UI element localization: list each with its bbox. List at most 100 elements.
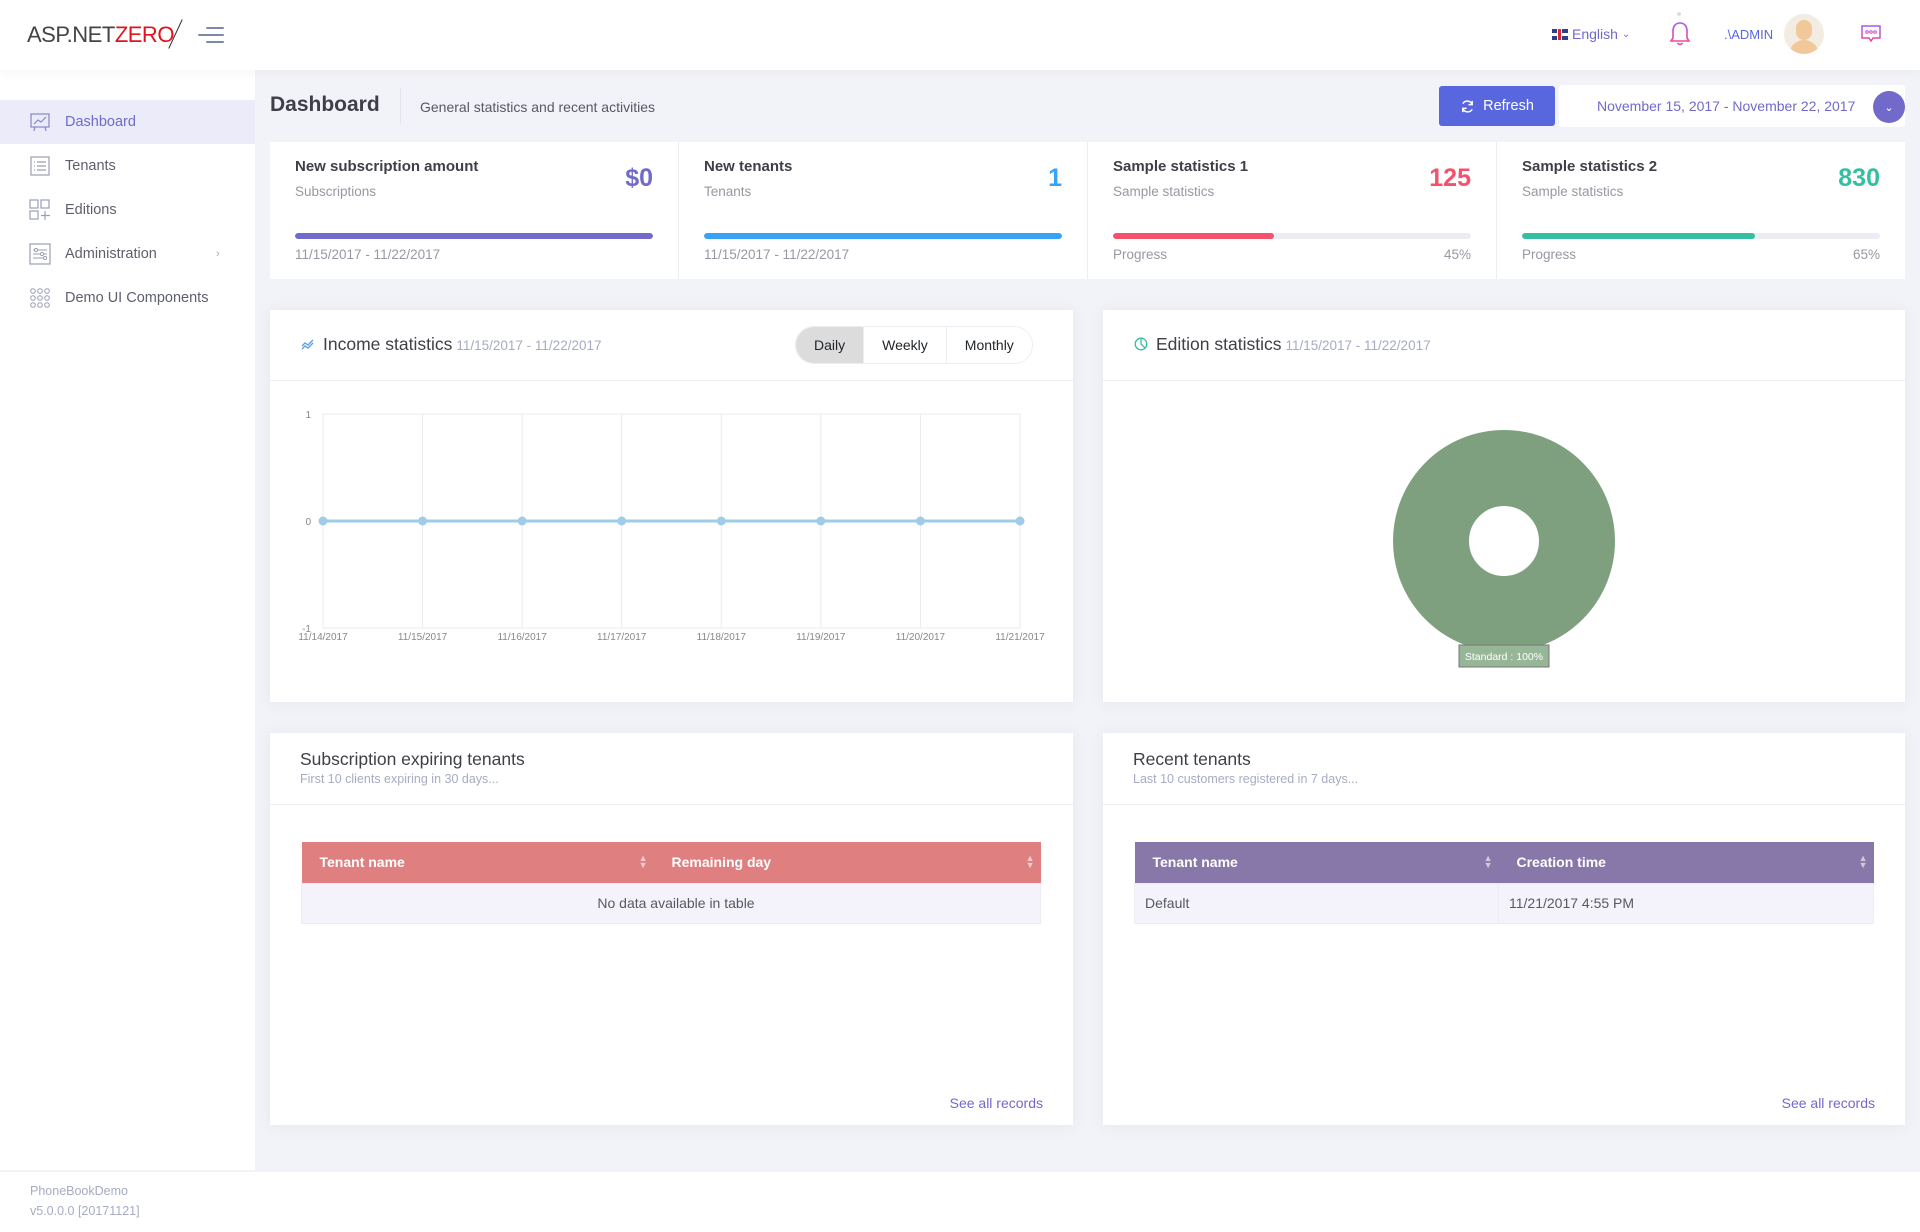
- sort-icon: ▲ ▼: [638, 853, 648, 870]
- chat-icon[interactable]: [1860, 24, 1882, 44]
- page-footer: PhoneBookDemo v5.0.0.0 [20171121]: [0, 1172, 1920, 1232]
- app-logo[interactable]: ASP.NETZERO: [27, 19, 183, 49]
- date-range-picker[interactable]: November 15, 2017 - November 22, 2017 ⌄: [1559, 85, 1905, 127]
- username[interactable]: .\ADMIN: [1724, 27, 1773, 42]
- stat-sample-statistics-2: Sample statistics 2 Sample statistics 83…: [1522, 158, 1880, 262]
- progress-bar: [704, 233, 1062, 239]
- sort-icon: ▲ ▼: [1025, 853, 1035, 870]
- recent-tenants-table: Tenant name ▲ ▼ Creation time ▲ ▼ Default 11…: [1134, 842, 1874, 924]
- progress-bar: [1113, 233, 1471, 239]
- column-header-tenant-name[interactable]: Tenant name ▲ ▼: [1135, 842, 1499, 883]
- sidebar-item-tenants[interactable]: Tenants: [0, 144, 255, 188]
- table-row[interactable]: Default 11/21/2017 4:55 PM: [1134, 882, 1874, 924]
- x-tick-label: 11/19/2017: [796, 632, 846, 643]
- x-tick-label: 11/16/2017: [497, 632, 547, 643]
- app-version: v5.0.0.0 [20171121]: [30, 1204, 140, 1218]
- sidebar-item-administration[interactable]: Administration ›: [0, 232, 255, 276]
- edition-donut-chart: Standard : 100%: [1393, 430, 1615, 668]
- empty-table-message: No data available in table: [301, 882, 1041, 924]
- expiring-tenants-table: Tenant name ▲ ▼ Remaining day ▲ ▼ No data av…: [301, 842, 1041, 924]
- grid-plus-icon: [29, 199, 50, 220]
- y-tick-label: 0: [305, 517, 311, 528]
- y-tick-label: 1: [305, 410, 311, 421]
- stat-value: 830: [1838, 164, 1880, 192]
- see-all-records-link[interactable]: See all records: [1782, 1095, 1875, 1111]
- sort-icon: ▲ ▼: [1858, 853, 1868, 870]
- line-chart-icon: [301, 339, 314, 350]
- refresh-icon: [1462, 99, 1474, 113]
- chevron-down-icon: ⌄: [1873, 91, 1905, 123]
- date-range-label: November 15, 2017 - November 22, 2017: [1597, 98, 1856, 114]
- pie-chart-icon: [1134, 337, 1148, 351]
- sort-icon: ▲ ▼: [1483, 853, 1493, 870]
- income-statistics-title: Income statistics 11/15/2017 - 11/22/2017: [323, 334, 602, 354]
- language-label: English: [1572, 26, 1618, 42]
- list-icon: [30, 156, 50, 176]
- column-header-creation-time[interactable]: Creation time ▲ ▼: [1499, 842, 1874, 883]
- data-point[interactable]: [517, 516, 527, 526]
- stat-new-tenants: New tenants Tenants 1 11/15/2017 - 11/22…: [679, 142, 1088, 279]
- stat-value: 125: [1429, 164, 1471, 192]
- income-line-chart: 11/14/2017 11/15/2017 11/16/2017 11/17/2017…: [298, 410, 1045, 643]
- expiring-title: Subscription expiring tenants: [300, 749, 525, 769]
- column-header-remaining-day[interactable]: Remaining day ▲ ▼: [654, 842, 1041, 883]
- tab-monthly[interactable]: Monthly: [946, 327, 1032, 363]
- uk-flag-icon: [1552, 28, 1568, 40]
- page-description: General statistics and recent activities: [420, 99, 655, 115]
- see-all-records-link[interactable]: See all records: [950, 1095, 1043, 1111]
- income-statistics-portlet: Income statistics 11/15/2017 - 11/22/2017…: [270, 310, 1073, 702]
- edition-statistics-title: Edition statistics 11/15/2017 - 11/22/201…: [1156, 334, 1431, 354]
- expiring-description: First 10 clients expiring in 30 days...: [300, 772, 499, 786]
- x-tick-label: 11/15/2017: [398, 632, 448, 643]
- x-tick-label: 11/20/2017: [896, 632, 946, 643]
- dots-grid-icon: [30, 288, 50, 308]
- column-header-tenant-name[interactable]: Tenant name ▲ ▼: [302, 842, 654, 883]
- notification-dot: [1677, 12, 1681, 16]
- refresh-button[interactable]: Refresh: [1439, 86, 1555, 126]
- sliders-icon: [29, 243, 51, 265]
- cell-creation-time: 11/21/2017 4:55 PM: [1498, 882, 1874, 924]
- top-header: ASP.NETZERO English ⌄ .\ADMIN: [0, 0, 1920, 70]
- title-separator: [400, 88, 401, 124]
- app-name: PhoneBookDemo: [30, 1184, 128, 1198]
- sidebar-item-demo-ui-components[interactable]: Demo UI Components: [0, 276, 255, 320]
- tab-weekly[interactable]: Weekly: [864, 327, 947, 363]
- data-point[interactable]: [915, 516, 925, 526]
- presentation-chart-icon: [30, 113, 50, 132]
- user-avatar[interactable]: [1784, 14, 1824, 54]
- cell-tenant-name: Default: [1134, 882, 1499, 924]
- chevron-down-icon: ⌄: [1621, 28, 1631, 40]
- progress-bar: [1522, 233, 1880, 239]
- stat-sample-statistics-1: Sample statistics 1 Sample statistics 12…: [1088, 142, 1497, 279]
- progress-bar: [295, 233, 653, 239]
- chevron-right-icon: ›: [216, 248, 220, 260]
- data-point[interactable]: [816, 516, 826, 526]
- pie-slice[interactable]: [1393, 430, 1615, 652]
- stats-row: New subscription amount Subscriptions $0…: [270, 142, 1905, 279]
- recent-tenants-title: Recent tenants: [1133, 749, 1251, 769]
- x-tick-label: 11/17/2017: [597, 632, 647, 643]
- data-label: Standard : 100%: [1465, 651, 1543, 663]
- x-tick-label: 11/21/2017: [995, 632, 1045, 643]
- period-toggle: Daily Weekly Monthly: [795, 326, 1033, 364]
- data-point[interactable]: [318, 516, 328, 526]
- tab-daily[interactable]: Daily: [796, 327, 865, 363]
- sidebar-item-editions[interactable]: Editions: [0, 188, 255, 232]
- bell-icon[interactable]: [1668, 20, 1692, 48]
- x-tick-label: 11/18/2017: [697, 632, 747, 643]
- table-row: No data available in table: [301, 882, 1041, 924]
- language-selector[interactable]: English ⌄: [1552, 26, 1630, 42]
- recent-tenants-description: Last 10 customers registered in 7 days..…: [1133, 772, 1359, 786]
- sidebar-toggle-icon[interactable]: [198, 27, 226, 43]
- data-point[interactable]: [418, 516, 428, 526]
- sidebar-item-dashboard[interactable]: Dashboard: [0, 100, 255, 144]
- sidebar: Dashboard Tenants Editions Administratio…: [0, 70, 255, 1170]
- data-point[interactable]: [617, 516, 627, 526]
- edition-statistics-portlet: Edition statistics 11/15/2017 - 11/22/201…: [1103, 310, 1905, 702]
- data-point[interactable]: [716, 516, 726, 526]
- stat-new-subscription-amount: New subscription amount Subscriptions $0…: [270, 142, 679, 279]
- y-tick-label: -1: [302, 624, 311, 635]
- page-title: Dashboard: [270, 93, 380, 116]
- stat-value: 1: [1048, 164, 1062, 192]
- data-point[interactable]: [1015, 516, 1025, 526]
